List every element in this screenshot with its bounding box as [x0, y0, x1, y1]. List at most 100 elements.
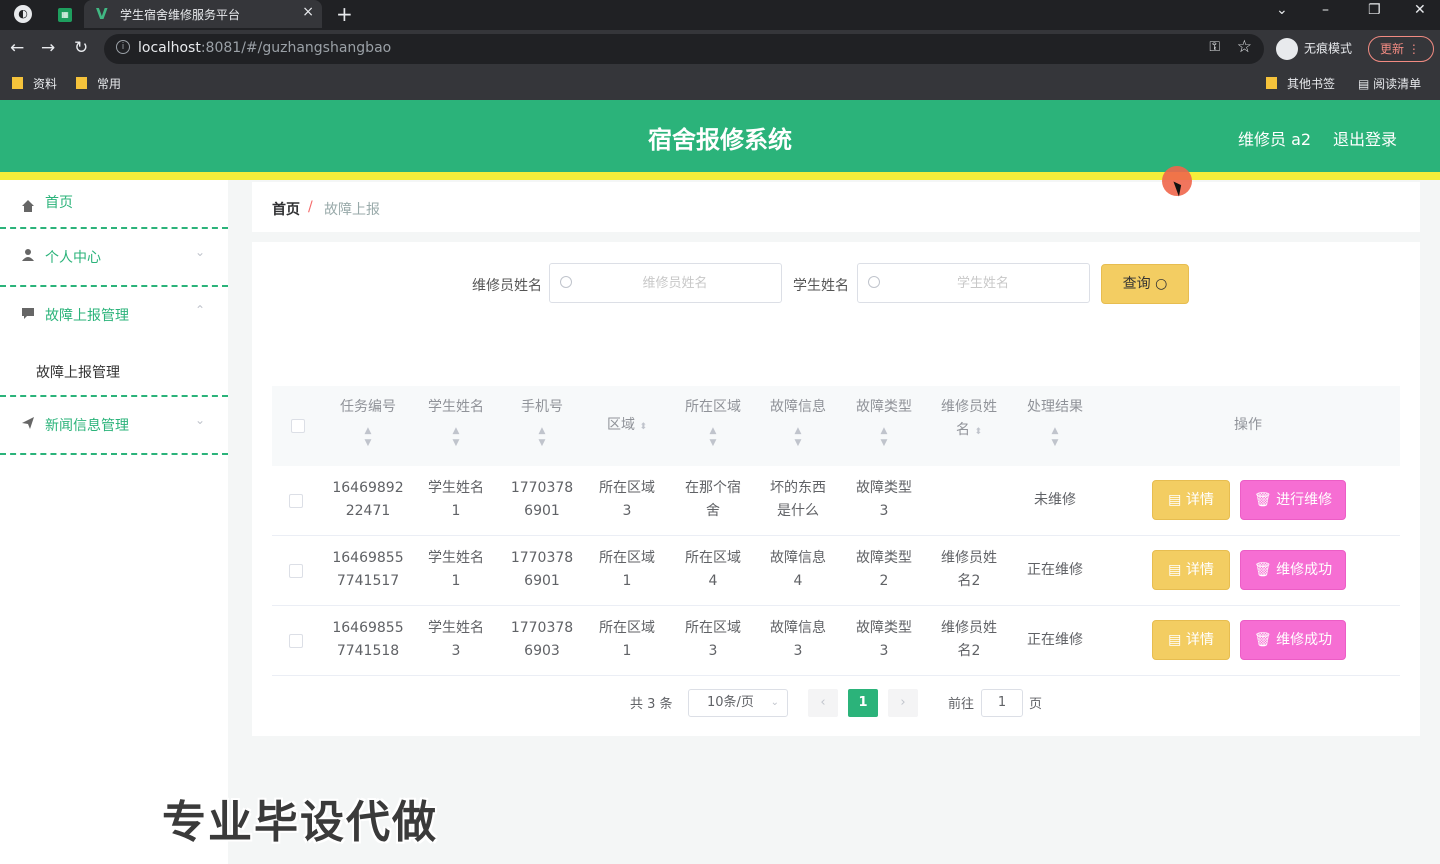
cell-result: 正在维修	[1027, 562, 1083, 578]
document-icon: ▤	[1168, 492, 1186, 508]
sidebar-item-profile[interactable]: 个人中心 ⌄	[0, 229, 228, 287]
page-size-select[interactable]: 10条/页 ⌄	[688, 689, 788, 717]
prev-page-button[interactable]: ‹	[808, 689, 838, 717]
bookmark-folder[interactable]: 资料	[12, 75, 57, 92]
col-header-area[interactable]: 区域 ⬍	[592, 414, 662, 439]
url-text[interactable]: localhost:8081/#/guzhangshangbao	[138, 40, 391, 56]
reload-icon[interactable]: ↻	[74, 38, 88, 58]
col-header-repairman-name[interactable]: 维修员姓名 ⬍	[934, 396, 1004, 444]
col-header-student-name[interactable]: 学生姓名 ▲ ▼	[421, 396, 491, 449]
header-label: 故障类型	[856, 399, 912, 415]
info-icon[interactable]: i	[116, 40, 130, 54]
sort-icon: ▲ ▼	[538, 426, 546, 448]
sidebar-subitem-fault-report-manage[interactable]: 故障上报管理	[0, 348, 228, 398]
student-name-field[interactable]	[857, 263, 1090, 303]
cell-student-name: 学生姓名 1	[428, 480, 484, 519]
tab-close-icon[interactable]: ×	[302, 4, 314, 20]
cell-task-no: 16469855 7741517	[332, 550, 404, 589]
breadcrumb-current: 故障上报	[324, 202, 380, 218]
col-header-fault-info[interactable]: 故障信息 ▲ ▼	[763, 396, 833, 449]
student-name-label: 学生姓名	[793, 278, 849, 294]
col-header-fault-type[interactable]: 故障类型 ▲ ▼	[849, 396, 919, 449]
cell-result: 正在维修	[1027, 632, 1083, 648]
row-checkbox[interactable]	[289, 494, 303, 508]
page-size-value: 10条/页	[707, 695, 754, 710]
sidebar-item-home[interactable]: 首页	[0, 180, 228, 229]
sidebar-item-label: 故障上报管理	[45, 308, 129, 324]
pinned-tab[interactable]: ▦	[50, 4, 80, 26]
tab-active[interactable]: V 学生宿舍维修服务平台 ×	[84, 0, 322, 28]
sort-icon: ▲ ▼	[364, 426, 372, 448]
next-page-button[interactable]: ›	[888, 689, 918, 717]
star-icon[interactable]: ☆	[1237, 37, 1252, 57]
page-number-current[interactable]: 1	[848, 689, 878, 717]
row-checkbox[interactable]	[289, 564, 303, 578]
url-host: localhost	[138, 40, 201, 56]
address-bar[interactable]: i localhost:8081/#/guzhangshangbao ⚿ ☆	[104, 34, 1264, 64]
col-header-task-no[interactable]: 任务编号 ▲ ▼	[333, 396, 403, 449]
browser-menu-icon[interactable]: ◐	[14, 5, 32, 23]
back-icon[interactable]: ←	[10, 38, 24, 58]
query-button[interactable]: 查询 ○	[1101, 264, 1189, 304]
sidebar-item-label: 首页	[45, 195, 73, 211]
header-accent-line	[0, 172, 1440, 180]
cell-fault-info: 故障信息 3	[770, 620, 826, 659]
col-header-phone[interactable]: 手机号 ▲ ▼	[507, 396, 577, 449]
col-header-location[interactable]: 所在区域 ▲ ▼	[678, 396, 748, 449]
action-label: 维修成功	[1276, 632, 1333, 648]
update-button[interactable]: 更新 ⋮	[1368, 36, 1434, 62]
trash-icon: 🗑	[1253, 632, 1277, 648]
new-tab-button[interactable]: +	[336, 2, 353, 26]
reading-list-icon: ▤	[1358, 77, 1374, 91]
select-all-checkbox[interactable]	[291, 419, 305, 433]
app-header: 宿舍报修系统 维修员 a2 退出登录	[0, 100, 1440, 172]
tab-search-icon[interactable]: ⌄	[1276, 2, 1288, 18]
bookmark-folder[interactable]: 常用	[76, 75, 121, 92]
sidebar-item-news[interactable]: 新闻信息管理 ⌄	[0, 397, 228, 455]
detail-button[interactable]: ▤ 详情	[1152, 480, 1230, 520]
window-close-icon[interactable]: ✕	[1414, 2, 1426, 18]
trash-icon: 🗑	[1253, 562, 1277, 578]
detail-button[interactable]: ▤ 详情	[1152, 620, 1230, 660]
reading-list[interactable]: ▤ 阅读清单	[1358, 75, 1421, 92]
action-label: 进行维修	[1276, 492, 1333, 508]
header-label: 名	[956, 422, 970, 438]
key-icon[interactable]: ⚿	[1209, 39, 1220, 55]
detail-button[interactable]: ▤ 详情	[1152, 550, 1230, 590]
cell-repairman-name	[934, 477, 1004, 500]
col-header-result[interactable]: 处理结果 ▲ ▼	[1020, 396, 1090, 449]
header-label: 处理结果	[1027, 399, 1083, 415]
detail-label: 详情	[1185, 562, 1214, 578]
row-checkbox[interactable]	[289, 634, 303, 648]
header-label: 手机号	[521, 399, 563, 415]
logout-link[interactable]: 退出登录	[1333, 126, 1397, 150]
repairman-name-field[interactable]	[549, 263, 782, 303]
incognito-label: 无痕模式	[1304, 41, 1353, 56]
sidebar-item-fault-report[interactable]: 故障上报管理 ⌃	[0, 287, 228, 345]
watermark: 专业毕设代做	[162, 797, 438, 848]
breadcrumb-home[interactable]: 首页	[272, 199, 300, 219]
chevron-down-icon: ⌄	[770, 697, 779, 708]
student-name-input[interactable]	[888, 272, 1078, 294]
forward-icon[interactable]: →	[41, 38, 55, 58]
bookmark-label: 资料	[33, 77, 58, 91]
cell-fault-type: 故障类型 2	[856, 550, 912, 589]
other-bookmarks[interactable]: 其他书签	[1266, 75, 1335, 92]
incognito-indicator[interactable]: 无痕模式	[1276, 38, 1352, 60]
query-label: 查询	[1122, 276, 1151, 292]
sort-icon: ▲ ▼	[709, 426, 717, 448]
bookmark-label: 常用	[97, 77, 122, 91]
maximize-icon[interactable]: ❐	[1368, 2, 1381, 18]
send-icon	[22, 417, 34, 429]
breadcrumb: 首页 / 故障上报	[252, 182, 1420, 232]
header-label: 学生姓名	[428, 399, 484, 415]
repair-success-button[interactable]: 🗑 维修成功	[1240, 550, 1346, 590]
goto-page-input[interactable]: 1	[981, 689, 1023, 717]
start-repair-button[interactable]: 🗑 进行维修	[1240, 480, 1346, 520]
repairman-name-input[interactable]	[580, 272, 770, 294]
cell-area: 所在区域 1	[599, 620, 655, 659]
search-icon	[868, 276, 880, 288]
repair-success-button[interactable]: 🗑 维修成功	[1240, 620, 1346, 660]
minimize-icon[interactable]: –	[1322, 2, 1329, 18]
goto-label: 前往	[948, 697, 975, 712]
